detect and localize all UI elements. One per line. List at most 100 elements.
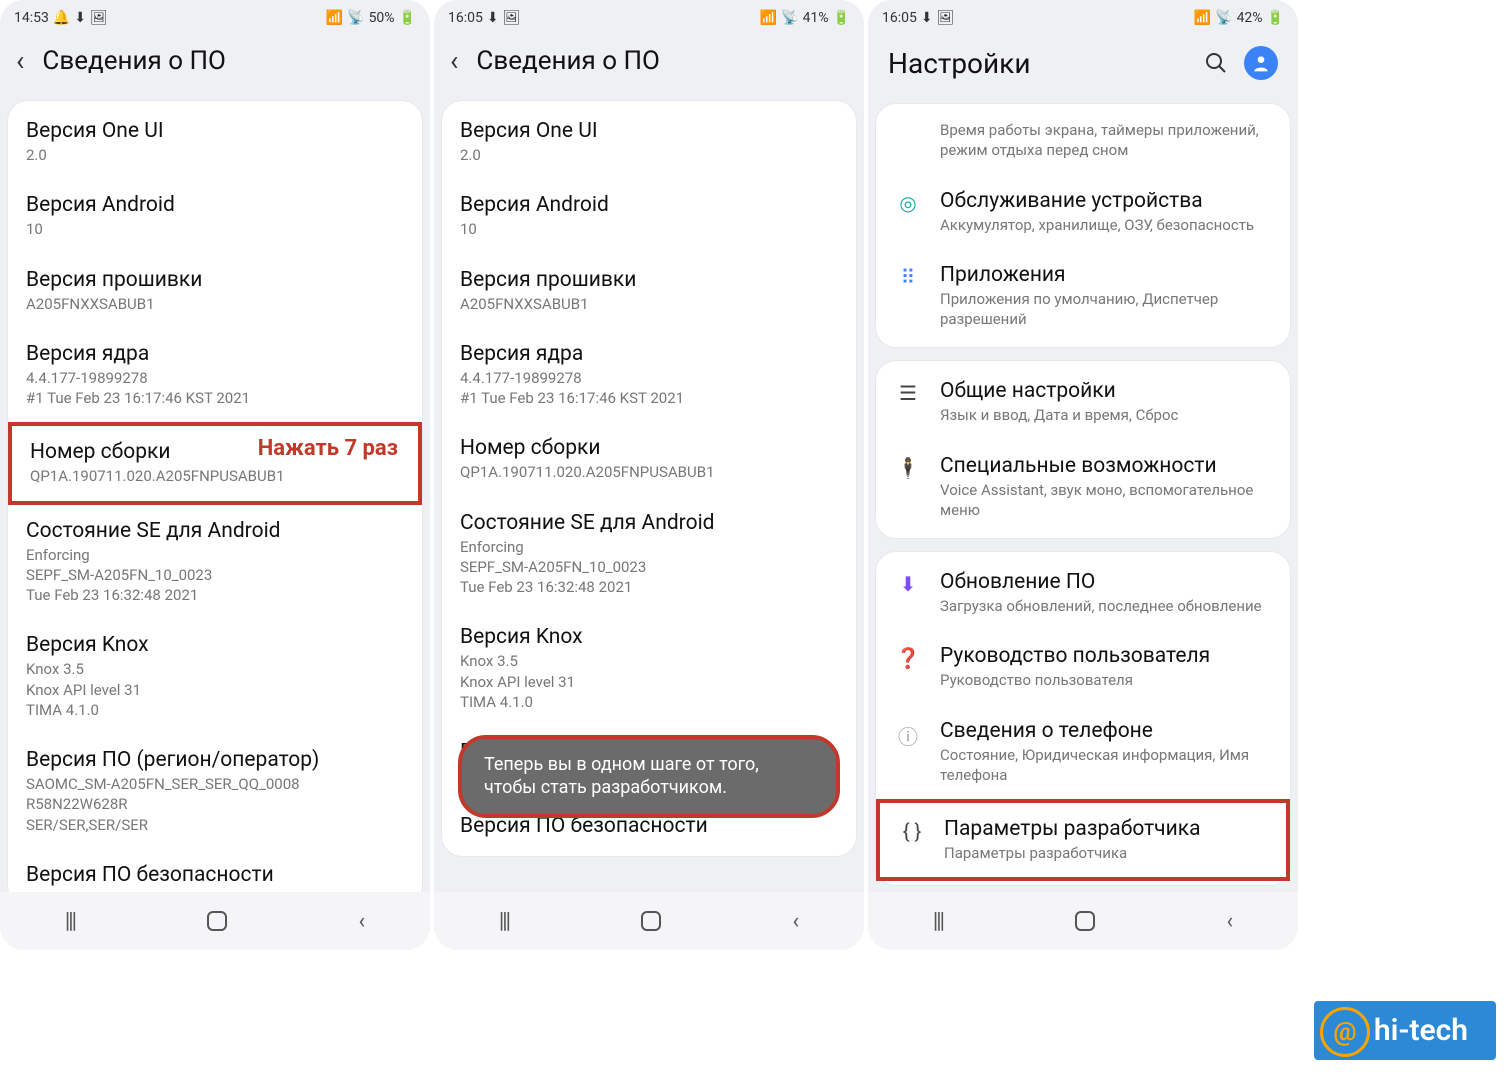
manual-icon: ❓	[894, 644, 922, 670]
row-value: A205FNXXSABUB1	[460, 294, 838, 314]
home-button[interactable]	[205, 909, 229, 933]
row-general[interactable]: ☰ Общие настройки Язык и ввод, Дата и вр…	[876, 365, 1290, 439]
row-title: Версия One UI	[460, 119, 838, 143]
row-value: Knox 3.5 Knox API level 31 TIMA 4.1.0	[460, 651, 838, 712]
back-nav-button[interactable]: ‹	[359, 909, 366, 934]
row-title: Версия ядра	[26, 342, 404, 366]
row-value: Enforcing SEPF_SM-A205FN_10_0023 Tue Feb…	[460, 537, 838, 598]
row-sub: Язык и ввод, Дата и время, Сброс	[940, 405, 1272, 425]
row-build-number[interactable]: Номер сборки QP1A.190711.020.A205FNPUSAB…	[8, 422, 422, 504]
row-value: QP1A.190711.020.A205FNPUSABUB1	[460, 462, 838, 482]
row-one-ui[interactable]: Версия One UI 2.0	[442, 105, 856, 179]
status-time: 14:53	[14, 10, 49, 26]
spacer-icon	[894, 118, 922, 120]
recents-button[interactable]: |||	[499, 909, 509, 934]
row-title: Сведения о телефоне	[940, 719, 1272, 743]
row-user-manual[interactable]: ❓ Руководство пользователя Руководство п…	[876, 630, 1290, 704]
image-icon: 🖼	[937, 10, 955, 26]
row-title: Версия ядра	[460, 342, 838, 366]
row-title: Состояние SE для Android	[460, 511, 838, 535]
download-icon: ⬇	[921, 10, 933, 26]
wifi-icon: 📶	[1194, 10, 1211, 26]
row-knox[interactable]: Версия Knox Knox 3.5 Knox API level 31 T…	[8, 619, 422, 734]
row-se-android[interactable]: Состояние SE для Android Enforcing SEPF_…	[8, 505, 422, 620]
watermark-text: hi-tech	[1374, 1013, 1468, 1048]
device-care-icon: ◎	[894, 189, 922, 215]
row-firmware[interactable]: Версия прошивки A205FNXXSABUB1	[8, 254, 422, 328]
row-title: Приложения	[940, 263, 1272, 287]
row-software-update[interactable]: ⬇ Обновление ПО Загрузка обновлений, пос…	[876, 556, 1290, 630]
row-about-phone[interactable]: ⓘ Сведения о телефоне Состояние, Юридиче…	[876, 705, 1290, 800]
back-button[interactable]: ‹	[16, 44, 24, 77]
wifi-icon: 📶	[760, 10, 777, 26]
row-sub: Загрузка обновлений, последнее обновлени…	[940, 596, 1272, 616]
navigation-bar: ||| ‹	[434, 892, 864, 950]
home-button[interactable]	[639, 909, 663, 933]
row-value: SAOMC_SM-A205FN_SER_SER_QQ_0008 R58N22W6…	[26, 774, 404, 835]
row-kernel[interactable]: Версия ядра 4.4.177-19899278 #1 Tue Feb …	[442, 328, 856, 423]
page-title: Сведения о ПО	[476, 46, 660, 76]
recents-button[interactable]: |||	[65, 909, 75, 934]
row-sub: Параметры разработчика	[944, 843, 1268, 863]
row-title: Версия ПО (регион/оператор)	[26, 748, 404, 772]
battery-icon: 🔋	[833, 10, 850, 26]
row-value: Enforcing SEPF_SM-A205FN_10_0023 Tue Feb…	[26, 545, 404, 606]
bell-icon: 🔔	[53, 10, 70, 26]
row-sub: Время работы экрана, таймеры приложений,…	[940, 120, 1272, 161]
row-value: 2.0	[26, 145, 404, 165]
account-button[interactable]	[1244, 46, 1278, 80]
signal-icon: 📡	[347, 10, 364, 26]
screenshot-1-software-info: 14:53 🔔 ⬇ 🖼 📶 📡 50% 🔋 ‹ Сведения о ПО Ве…	[0, 0, 430, 950]
row-kernel[interactable]: Версия ядра 4.4.177-19899278 #1 Tue Feb …	[8, 328, 422, 423]
status-time: 16:05	[448, 10, 483, 26]
battery-icon: 🔋	[399, 10, 416, 26]
screenshot-3-settings: 16:05 ⬇ 🖼 📶 📡 42% 🔋 Настройки Время рабо…	[868, 0, 1298, 950]
row-value: QP1A.190711.020.A205FNPUSABUB1	[30, 466, 400, 486]
row-title: Версия Android	[460, 193, 838, 217]
row-one-ui[interactable]: Версия One UI 2.0	[8, 105, 422, 179]
battery-icon: 🔋	[1267, 10, 1284, 26]
row-value: 4.4.177-19899278 #1 Tue Feb 23 16:17:46 …	[460, 368, 838, 409]
row-value: 4.4.177-19899278 #1 Tue Feb 23 16:17:46 …	[26, 368, 404, 409]
page-title: Сведения о ПО	[42, 46, 226, 76]
back-nav-button[interactable]: ‹	[793, 909, 800, 934]
row-build-number[interactable]: Номер сборки QP1A.190711.020.A205FNPUSAB…	[442, 422, 856, 496]
download-icon: ⬇	[487, 10, 499, 26]
row-apps[interactable]: ⠿ Приложения Приложения по умолчанию, Ди…	[876, 249, 1290, 344]
apps-icon: ⠿	[894, 263, 922, 289]
row-software-region[interactable]: Версия ПО (регион/оператор) SAOMC_SM-A20…	[8, 734, 422, 849]
signal-icon: 📡	[781, 10, 798, 26]
row-android-version[interactable]: Версия Android 10	[442, 179, 856, 253]
home-button[interactable]	[1073, 909, 1097, 933]
row-value: 10	[26, 219, 404, 239]
row-value: 10	[460, 219, 838, 239]
back-nav-button[interactable]: ‹	[1227, 909, 1234, 934]
row-title: Обслуживание устройства	[940, 189, 1272, 213]
recents-button[interactable]: |||	[933, 909, 943, 934]
row-accessibility[interactable]: 🕴 Специальные возможности Voice Assistan…	[876, 440, 1290, 535]
back-button[interactable]: ‹	[450, 44, 458, 77]
screenshot-2-software-info-toast: 16:05 ⬇ 🖼 📶 📡 41% 🔋 ‹ Сведения о ПО Верс…	[434, 0, 864, 950]
row-knox[interactable]: Версия Knox Knox 3.5 Knox API level 31 T…	[442, 611, 856, 726]
status-bar: 14:53 🔔 ⬇ 🖼 📶 📡 50% 🔋	[0, 0, 430, 36]
at-icon: @	[1320, 1007, 1370, 1057]
row-title: Версия ПО безопасности	[460, 814, 838, 838]
row-developer-options[interactable]: { } Параметры разработчика Параметры раз…	[876, 799, 1290, 881]
row-android-version[interactable]: Версия Android 10	[8, 179, 422, 253]
row-se-android[interactable]: Состояние SE для Android Enforcing SEPF_…	[442, 497, 856, 612]
row-title: Версия прошивки	[26, 268, 404, 292]
download-icon: ⬇	[74, 10, 86, 26]
info-icon: ⓘ	[894, 719, 922, 750]
page-header: ‹ Сведения о ПО	[0, 36, 430, 101]
row-sub: Voice Assistant, звук моно, вспомогатель…	[940, 480, 1272, 521]
search-button[interactable]	[1204, 51, 1228, 75]
image-icon: 🖼	[90, 10, 108, 26]
row-firmware[interactable]: Версия прошивки A205FNXXSABUB1	[442, 254, 856, 328]
row-value: A205FNXXSABUB1	[26, 294, 404, 314]
accessibility-icon: 🕴	[894, 454, 922, 480]
watermark: @ hi-tech	[1314, 1001, 1496, 1060]
software-info-card: Версия One UI 2.0 Версия Android 10 Верс…	[8, 101, 422, 905]
status-bar: 16:05 ⬇ 🖼 📶 📡 41% 🔋	[434, 0, 864, 36]
row-device-care[interactable]: ◎ Обслуживание устройства Аккумулятор, х…	[876, 175, 1290, 249]
row-digital-wellbeing[interactable]: Время работы экрана, таймеры приложений,…	[876, 104, 1290, 175]
